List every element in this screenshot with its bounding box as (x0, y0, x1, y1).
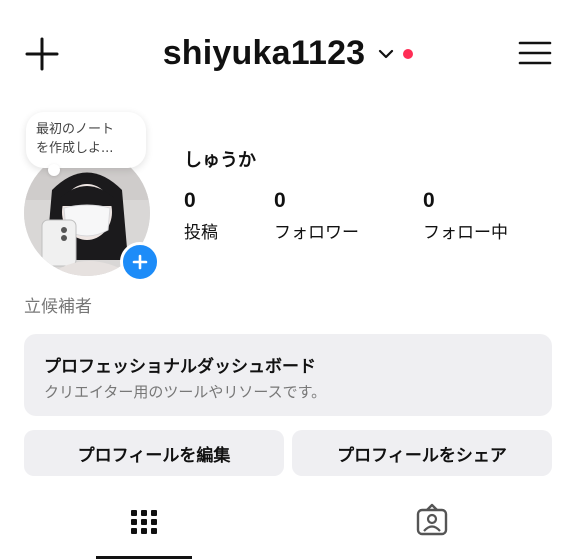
menu-icon[interactable] (518, 36, 552, 70)
stat-posts[interactable]: 0 投稿 (184, 189, 218, 244)
note-bubble[interactable]: 最初のノート を作成しよ... (26, 112, 146, 168)
notification-dot (403, 48, 414, 59)
add-icon (132, 254, 148, 270)
profile-screen: shiyuka1123 最初のノート を作成しよ... しゅうか 0 投稿 0 … (0, 0, 576, 560)
tagged-icon (416, 503, 448, 536)
profile-stats: 0 投稿 0 フォロワー 0 フォロー中 (184, 190, 564, 250)
tab-tagged[interactable] (384, 500, 480, 560)
stat-following[interactable]: 0 フォロー中 (423, 189, 508, 244)
note-line-1: 最初のノート (36, 122, 115, 137)
stat-followers-value: 0 (274, 189, 286, 212)
profile-category: 立候補者 (24, 297, 92, 317)
chevron-down-icon (377, 45, 395, 63)
active-tab-indicator (96, 556, 192, 559)
dashboard-subtitle: クリエイター用のツールやリソースです。 (44, 383, 327, 401)
stat-followers[interactable]: 0 フォロワー (274, 189, 359, 244)
add-story-button[interactable] (120, 242, 160, 282)
stat-following-label: フォロー中 (423, 223, 508, 243)
username-switcher[interactable]: shiyuka1123 (0, 34, 576, 74)
profile-tabs (0, 500, 576, 560)
display-name: しゅうか (184, 150, 256, 171)
stat-posts-label: 投稿 (184, 223, 218, 243)
profile-actions: プロフィールを編集 プロフィールをシェア (24, 430, 552, 478)
stat-following-value: 0 (423, 189, 435, 212)
dashboard-title: プロフェッショナルダッシュボード (44, 357, 316, 377)
stat-followers-label: フォロワー (274, 223, 359, 243)
tab-grid[interactable] (96, 500, 192, 560)
avatar-container[interactable] (24, 150, 160, 282)
professional-dashboard[interactable]: プロフェッショナルダッシュボード クリエイター用のツールやリソースです。 (24, 334, 552, 416)
note-bubble-tail (48, 164, 60, 176)
stat-posts-value: 0 (184, 189, 196, 212)
note-line-2: を作成しよ... (36, 141, 114, 156)
share-profile-button[interactable]: プロフィールをシェア (292, 430, 552, 476)
top-bar: shiyuka1123 (0, 18, 576, 90)
edit-profile-button[interactable]: プロフィールを編集 (24, 430, 284, 476)
grid-icon (131, 510, 157, 534)
username: shiyuka1123 (162, 34, 366, 72)
